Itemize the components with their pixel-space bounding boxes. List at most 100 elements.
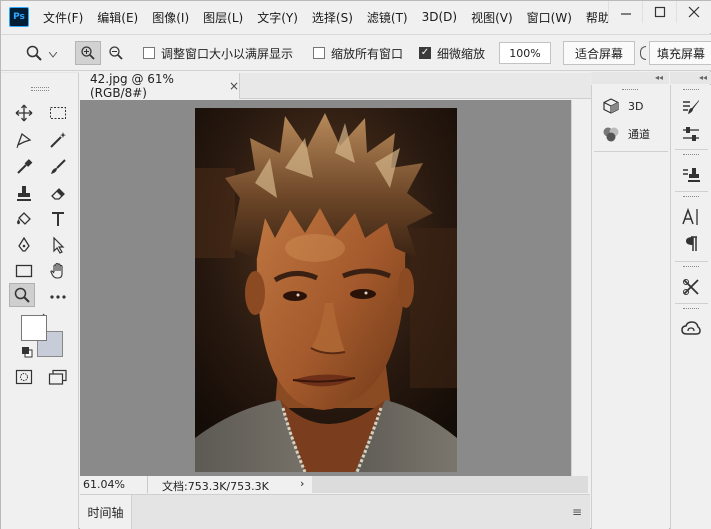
marquee-tool[interactable] xyxy=(45,101,71,125)
pen-tool[interactable] xyxy=(11,233,37,257)
collapsed-panels-icons xyxy=(670,85,711,529)
menu-image[interactable]: 图像(I) xyxy=(152,9,189,26)
zoom-out-button[interactable] xyxy=(103,41,129,65)
window-controls xyxy=(608,1,710,23)
checkbox-box[interactable] xyxy=(143,47,155,59)
more-tools-button[interactable] xyxy=(45,285,71,309)
horizontal-scrollbar[interactable] xyxy=(312,476,588,493)
quick-mask-button[interactable] xyxy=(11,365,37,389)
menu-file[interactable]: 文件(F) xyxy=(43,9,83,26)
brush-settings-button[interactable] xyxy=(678,95,704,119)
zoom-out-icon xyxy=(109,46,123,60)
clone-source-button[interactable] xyxy=(678,163,704,187)
zoom-in-button[interactable] xyxy=(75,41,101,65)
chevron-down-icon[interactable] xyxy=(48,47,58,61)
eyedropper-tool[interactable] xyxy=(11,155,37,179)
panel-menu-icon[interactable]: ≡ xyxy=(572,505,582,519)
more-icon xyxy=(50,295,66,299)
zoom-percent-field[interactable]: 100% xyxy=(499,42,551,64)
adjustments-button[interactable] xyxy=(678,122,704,146)
checkbox-label: 细微缩放 xyxy=(437,46,486,61)
menu-view[interactable]: 视图(V) xyxy=(471,9,513,26)
menu-help[interactable]: 帮助 xyxy=(586,9,610,26)
menu-3d[interactable]: 3D(D) xyxy=(422,10,457,24)
checkbox-label: 调整窗口大小以满屏显示 xyxy=(161,46,294,61)
menu-type[interactable]: 文字(Y) xyxy=(257,9,298,26)
cube-icon xyxy=(602,97,620,115)
close-tab-icon[interactable]: × xyxy=(229,79,239,93)
document-image[interactable] xyxy=(195,108,457,472)
maximize-button[interactable] xyxy=(642,1,676,23)
rectangle-tool[interactable] xyxy=(11,259,37,283)
status-menu-arrow[interactable]: › xyxy=(300,477,304,490)
vertical-scrollbar[interactable] xyxy=(571,100,588,476)
toolbar-grip[interactable] xyxy=(31,87,49,91)
menu-filter[interactable]: 滤镜(T) xyxy=(367,9,408,26)
menu-window[interactable]: 窗口(W) xyxy=(527,9,572,26)
timeline-tab[interactable]: 时间轴 xyxy=(80,495,132,529)
document-title: 42.jpg @ 61%(RGB/8#) xyxy=(90,72,174,100)
panel-grip[interactable] xyxy=(683,308,699,311)
checkbox-box[interactable]: ✓ xyxy=(419,47,431,59)
panel-item-channels[interactable]: 通道 xyxy=(602,125,650,143)
panel-grip[interactable] xyxy=(683,89,699,92)
foreground-color-swatch[interactable] xyxy=(21,315,47,341)
move-tool[interactable] xyxy=(11,101,37,125)
panel-item-3d[interactable]: 3D xyxy=(602,97,643,115)
stamp-tool[interactable] xyxy=(11,181,37,205)
menu-select[interactable]: 选择(S) xyxy=(312,9,353,26)
hand-tool[interactable] xyxy=(45,259,71,283)
paint-bucket-tool[interactable] xyxy=(11,207,37,231)
default-colors-icon[interactable] xyxy=(21,346,33,361)
character-panel-button[interactable] xyxy=(678,205,704,229)
type-tool[interactable] xyxy=(45,207,71,231)
zoom-tool[interactable] xyxy=(9,283,35,307)
panel-grip[interactable] xyxy=(622,89,638,92)
paragraph-icon xyxy=(686,236,697,251)
scrubby-zoom-checkbox[interactable]: ✓ 细微缩放 xyxy=(419,41,485,65)
eraser-tool[interactable] xyxy=(45,181,71,205)
panel-grip[interactable] xyxy=(683,154,699,157)
zoom-all-windows-checkbox[interactable]: 缩放所有窗口 xyxy=(313,41,403,65)
checkbox-box[interactable] xyxy=(313,47,325,59)
menu-edit[interactable]: 编辑(E) xyxy=(97,9,138,26)
eyedropper-icon xyxy=(17,159,33,174)
minimize-icon xyxy=(620,13,631,15)
panel-grip[interactable] xyxy=(683,266,699,269)
zoom-icon xyxy=(14,287,30,303)
collapsed-panels-3d-channels: 3D 通道 xyxy=(591,85,669,529)
zoom-icon xyxy=(26,45,42,61)
brush-settings-icon xyxy=(683,100,699,114)
creative-cloud-libraries-button[interactable] xyxy=(678,317,704,341)
panel-collapse-strip[interactable]: ◂◂ xyxy=(591,72,669,84)
lasso-tool[interactable] xyxy=(11,128,37,152)
zoom-level[interactable]: 61.04% xyxy=(83,478,125,491)
options-bar: 调整窗口大小以满屏显示 缩放所有窗口 ✓ 细微缩放 100% 适合屏幕 填充屏幕 xyxy=(1,34,711,71)
tool-presets-icon xyxy=(683,279,699,295)
panel-grip[interactable] xyxy=(683,196,699,199)
brush-tool[interactable] xyxy=(45,155,71,179)
fill-screen-button[interactable]: 填充屏幕 xyxy=(649,41,711,65)
canvas-area[interactable] xyxy=(80,100,571,476)
menu-layer[interactable]: 图层(L) xyxy=(203,9,243,26)
icon-panel-collapse-strip[interactable]: ◂◂ xyxy=(670,72,711,84)
magic-wand-tool[interactable] xyxy=(45,128,71,152)
sliders-icon xyxy=(683,127,699,141)
close-button[interactable] xyxy=(676,1,710,23)
marquee-icon xyxy=(50,107,66,119)
path-selection-tool[interactable] xyxy=(45,233,71,257)
document-tab-bar: 42.jpg @ 61%(RGB/8#) × xyxy=(80,72,592,100)
screen-mode-button[interactable] xyxy=(45,365,71,389)
quick-mask-icon xyxy=(15,369,33,385)
photoshop-logo: Ps xyxy=(9,7,29,27)
brush-icon xyxy=(51,159,66,174)
fit-screen-button[interactable]: 适合屏幕 xyxy=(563,41,635,65)
resize-windows-checkbox[interactable]: 调整窗口大小以满屏显示 xyxy=(143,41,293,65)
zoom-tool-preset[interactable] xyxy=(21,41,47,65)
lasso-icon xyxy=(16,132,32,149)
tool-presets-button[interactable] xyxy=(678,275,704,299)
paragraph-panel-button[interactable] xyxy=(678,232,704,256)
document-tab[interactable]: 42.jpg @ 61%(RGB/8#) × xyxy=(80,72,240,100)
screen-mode-icon xyxy=(48,369,67,385)
minimize-button[interactable] xyxy=(608,1,642,23)
